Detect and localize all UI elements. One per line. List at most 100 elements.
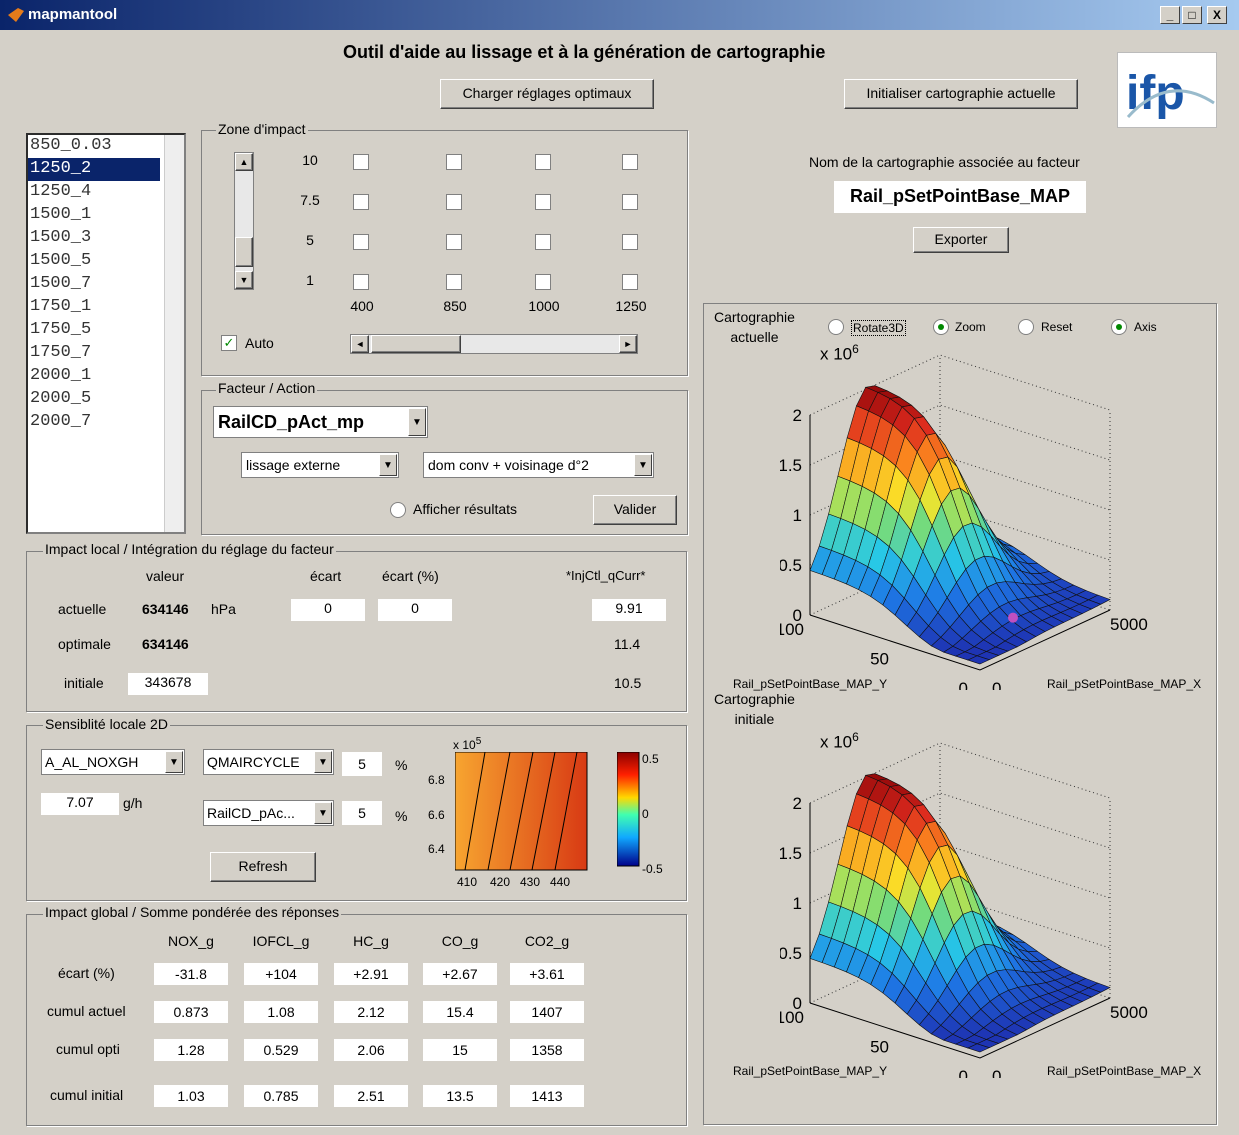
actuelle-ecart-pct-field[interactable]: 0: [378, 599, 452, 621]
contour-plot: [455, 752, 588, 871]
list-item[interactable]: 2000_7: [28, 411, 184, 434]
show-results-radio[interactable]: [390, 502, 406, 518]
z-tick: 2: [793, 406, 802, 425]
zone-checkbox[interactable]: [446, 194, 462, 210]
list-item[interactable]: 850_0.03: [28, 135, 184, 158]
list-item[interactable]: 1250_2: [28, 158, 160, 181]
global-value-field[interactable]: +104: [244, 963, 318, 985]
export-button[interactable]: Exporter: [913, 227, 1009, 253]
global-value-field[interactable]: 15.4: [423, 1001, 497, 1023]
maximize-button[interactable]: □: [1182, 6, 1202, 24]
global-value-field[interactable]: 1.28: [154, 1039, 228, 1061]
zone-checkbox[interactable]: [353, 234, 369, 250]
global-value-field[interactable]: 0.785: [244, 1085, 318, 1107]
hslider-thumb[interactable]: [371, 335, 461, 353]
global-value-field[interactable]: 1358: [510, 1039, 584, 1061]
zone-col-label: 850: [443, 298, 467, 314]
z-tick: 1.5: [780, 456, 802, 475]
list-item[interactable]: 1500_1: [28, 204, 184, 227]
zone-checkbox[interactable]: [622, 194, 638, 210]
var2-select[interactable]: RailCD_pAc... ▼: [203, 800, 334, 826]
rotate3d-radio[interactable]: [828, 319, 844, 335]
zoom-radio[interactable]: [933, 319, 949, 335]
zone-checkbox[interactable]: [622, 274, 638, 290]
actuelle-ecart-field[interactable]: 0: [291, 599, 365, 621]
zoom-label: Zoom: [955, 320, 986, 334]
z-tick: 2: [793, 794, 802, 813]
slider-thumb[interactable]: [235, 237, 253, 267]
global-value-field[interactable]: 1.08: [244, 1001, 318, 1023]
global-value-field[interactable]: +3.61: [510, 963, 584, 985]
zone-checkbox[interactable]: [535, 234, 551, 250]
load-optimal-button[interactable]: Charger réglages optimaux: [440, 79, 654, 109]
var2-pct-field[interactable]: 5: [342, 801, 382, 825]
global-col-header: HC_g: [353, 933, 389, 949]
global-value-field[interactable]: +2.67: [423, 963, 497, 985]
list-item[interactable]: 1500_3: [28, 227, 184, 250]
zone-checkbox[interactable]: [446, 154, 462, 170]
global-value-field[interactable]: -31.8: [154, 963, 228, 985]
actuelle-value: 634146: [142, 601, 189, 617]
x-tick: 0: [992, 679, 1001, 690]
global-value-field[interactable]: 13.5: [423, 1085, 497, 1107]
global-value-field[interactable]: 0.529: [244, 1039, 318, 1061]
zone-checkbox[interactable]: [535, 154, 551, 170]
zone-checkbox[interactable]: [535, 274, 551, 290]
current-point-marker: [1008, 612, 1018, 623]
close-button[interactable]: X: [1207, 6, 1227, 24]
method-select[interactable]: lissage externe ▼: [241, 452, 399, 478]
list-item[interactable]: 1750_5: [28, 319, 184, 342]
horizontal-slider[interactable]: ◄ ►: [350, 334, 638, 354]
plot2-ylabel: Rail_pSetPointBase_MAP_Y: [733, 1064, 888, 1078]
operating-point-list[interactable]: 850_0.03 1250_2 1250_4 1500_1 1500_3 1500_5 15…: [26, 133, 186, 534]
actuelle-inj-field[interactable]: 9.91: [592, 599, 666, 621]
slider-up-arrow[interactable]: ▲: [235, 153, 253, 171]
minimize-button[interactable]: _: [1160, 6, 1180, 24]
global-value-field[interactable]: 15: [423, 1039, 497, 1061]
global-value-field[interactable]: 1413: [510, 1085, 584, 1107]
output-select[interactable]: A_AL_NOXGH ▼: [41, 749, 185, 775]
list-item[interactable]: 2000_1: [28, 365, 184, 388]
zone-checkbox[interactable]: [535, 194, 551, 210]
var1-pct-field[interactable]: 5: [342, 752, 382, 776]
list-item[interactable]: 2000_5: [28, 388, 184, 411]
vertical-slider[interactable]: ▲ ▼: [234, 152, 254, 290]
zone-checkbox[interactable]: [622, 234, 638, 250]
axis-radio[interactable]: [1111, 319, 1127, 335]
output-value-field[interactable]: 7.07: [41, 793, 119, 815]
slider-down-arrow[interactable]: ▼: [235, 271, 253, 289]
global-value-field[interactable]: 1.03: [154, 1085, 228, 1107]
reset-radio[interactable]: [1018, 319, 1034, 335]
z-tick: 0.5: [780, 944, 802, 963]
var1-select[interactable]: QMAIRCYCLE ▼: [203, 749, 334, 775]
zone-checkbox[interactable]: [353, 194, 369, 210]
initiale-value-field[interactable]: 343678: [128, 673, 208, 695]
zone-checkbox[interactable]: [353, 274, 369, 290]
hslider-left-arrow[interactable]: ◄: [351, 335, 369, 353]
zone-checkbox[interactable]: [622, 154, 638, 170]
zone-checkbox[interactable]: [446, 274, 462, 290]
init-map-button[interactable]: Initialiser cartographie actuelle: [844, 79, 1078, 109]
list-item[interactable]: 1500_5: [28, 250, 184, 273]
global-value-field[interactable]: 1407: [510, 1001, 584, 1023]
local-impact-label: Impact local / Intégration du réglage du…: [43, 541, 336, 557]
list-scrollbar[interactable]: [164, 135, 184, 532]
hslider-right-arrow[interactable]: ►: [619, 335, 637, 353]
factor-label: Facteur / Action: [216, 380, 318, 396]
global-value-field[interactable]: +2.91: [334, 963, 408, 985]
zone-checkbox[interactable]: [353, 154, 369, 170]
factor-select[interactable]: RailCD_pAct_mp ▼: [213, 406, 428, 438]
refresh-button[interactable]: Refresh: [210, 852, 316, 882]
global-value-field[interactable]: 0.873: [154, 1001, 228, 1023]
list-item[interactable]: 1250_4: [28, 181, 184, 204]
validate-button[interactable]: Valider: [593, 495, 677, 525]
domain-select[interactable]: dom conv + voisinage d°2 ▼: [423, 452, 654, 478]
list-item[interactable]: 1750_7: [28, 342, 184, 365]
list-item[interactable]: 1500_7: [28, 273, 184, 296]
auto-checkbox[interactable]: ✓: [221, 335, 237, 351]
global-value-field[interactable]: 2.06: [334, 1039, 408, 1061]
global-value-field[interactable]: 2.51: [334, 1085, 408, 1107]
global-value-field[interactable]: 2.12: [334, 1001, 408, 1023]
zone-checkbox[interactable]: [446, 234, 462, 250]
list-item[interactable]: 1750_1: [28, 296, 184, 319]
